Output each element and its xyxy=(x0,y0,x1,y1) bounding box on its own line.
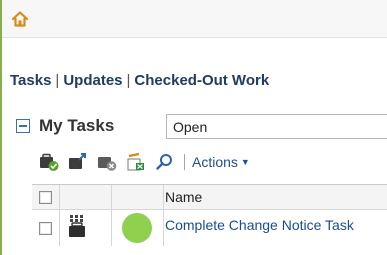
home-button[interactable] xyxy=(8,7,32,31)
my-tasks-title: My Tasks xyxy=(39,116,115,135)
status-column-header[interactable] xyxy=(112,185,164,209)
app-frame: Tasks | Updates | Checked-Out Work My Ta… xyxy=(0,0,387,255)
task-name-link[interactable]: Complete Change Notice Task xyxy=(165,217,354,233)
name-column-header[interactable]: Name xyxy=(164,185,387,209)
collapse-toggle[interactable] xyxy=(16,119,30,133)
task-toolbar: Actions ▼ xyxy=(38,151,250,173)
caret-down-icon: ▼ xyxy=(240,157,250,167)
select-all-checkbox[interactable] xyxy=(39,190,52,204)
type-column-header[interactable] xyxy=(60,185,112,209)
tab-tasks[interactable]: Tasks xyxy=(10,72,51,89)
actions-menu[interactable]: Actions ▼ xyxy=(192,154,250,170)
export-button[interactable] xyxy=(125,152,147,172)
top-header-bar xyxy=(2,0,387,38)
reassign-task-button[interactable] xyxy=(67,152,89,172)
search-button[interactable] xyxy=(154,152,176,172)
work-item-task-icon xyxy=(69,215,85,237)
search-icon xyxy=(156,154,172,170)
actions-label: Actions xyxy=(192,154,238,170)
my-tasks-header: My Tasks xyxy=(12,113,122,139)
status-cell xyxy=(112,210,164,246)
toolbar-separator xyxy=(184,154,185,170)
tasks-table: Name Complete Change Notice Task xyxy=(32,184,387,246)
cancel-task-button[interactable] xyxy=(96,152,118,172)
home-icon xyxy=(11,11,29,27)
table-row: Complete Change Notice Task xyxy=(32,210,387,246)
row-checkbox[interactable] xyxy=(39,221,52,235)
complete-task-button[interactable] xyxy=(38,152,60,172)
tab-updates[interactable]: Updates xyxy=(63,72,122,89)
table-header-row: Name xyxy=(32,185,387,210)
complete-task-icon xyxy=(40,153,59,171)
status-indicator xyxy=(122,213,152,243)
select-all-cell xyxy=(32,185,60,209)
tab-separator: | xyxy=(55,71,60,89)
row-select-cell xyxy=(32,210,60,246)
type-cell xyxy=(60,210,112,246)
work-tabs: Tasks | Updates | Checked-Out Work xyxy=(10,70,269,90)
reassign-task-icon xyxy=(69,153,86,169)
minus-icon xyxy=(19,125,27,127)
tab-separator: | xyxy=(126,71,131,89)
cancel-task-icon xyxy=(98,157,117,171)
task-filter-select[interactable]: Open xyxy=(166,114,387,139)
tab-checked-out-work[interactable]: Checked-Out Work xyxy=(134,72,269,89)
name-cell: Complete Change Notice Task xyxy=(164,210,387,246)
export-icon xyxy=(127,152,144,171)
